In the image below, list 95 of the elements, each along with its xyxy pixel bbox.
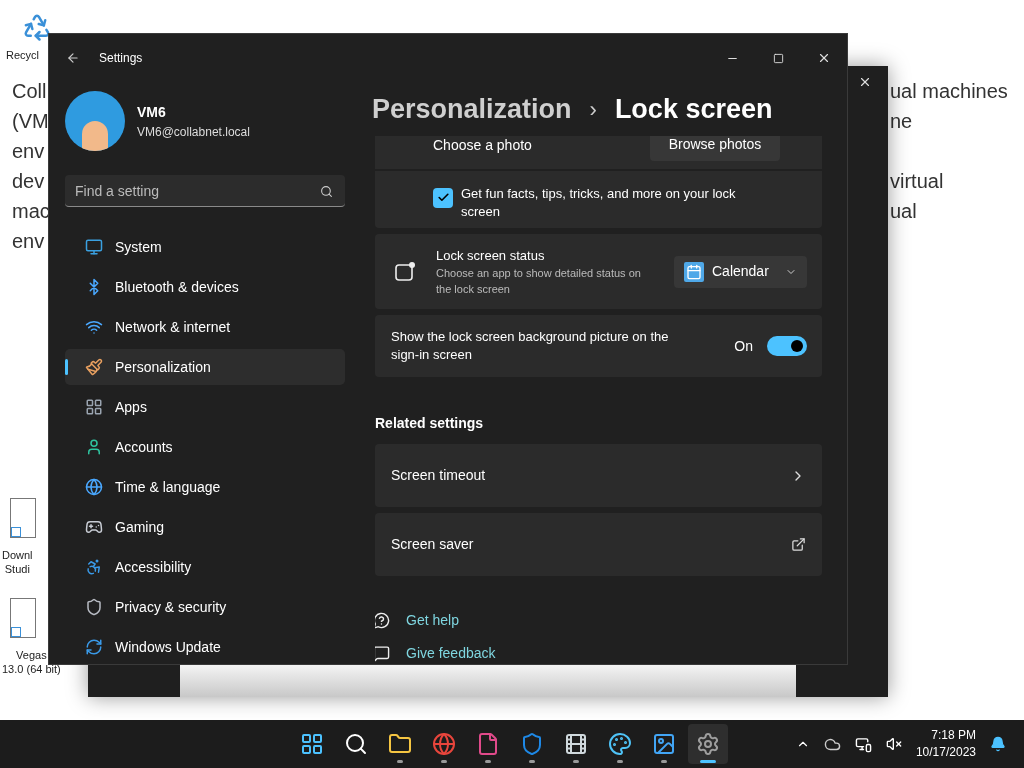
document-text: virtual [890,169,945,194]
document-text: mac [12,199,50,224]
nav-item[interactable]: Time & language [65,469,345,505]
page-title: Lock screen [614,92,773,126]
running-indicator [441,760,447,763]
setting-title: Lock screen status [436,246,546,265]
document-text: dev [12,169,46,194]
toggle-state: On [734,336,753,356]
user-name: VM6 [137,102,167,122]
browse-photos-button[interactable]: Browse photos [650,136,780,161]
document-text: env [12,139,46,164]
setting-description: Choose an app to show detailed status on the lock screen [436,266,641,298]
nav-item[interactable]: Accessibility [65,549,345,585]
settings-icon [696,732,720,756]
selection-indicator [65,359,68,375]
document-text: ne [890,109,914,134]
nav-item[interactable]: Accounts [65,429,345,465]
nav-item[interactable]: Network & internet [65,309,345,345]
close-icon[interactable] [858,75,872,89]
desktop-icon-label: Recycl [6,48,39,62]
film-icon [564,732,588,756]
network-icon[interactable] [854,735,872,753]
nav-item[interactable]: Bluetooth & devices [65,269,345,305]
checkbox-label: Get fun facts, tips, tricks, and more on your lock screen [461,184,737,221]
nav-item[interactable]: Personalization [65,349,345,385]
running-indicator [617,760,623,763]
nav-item[interactable]: Gaming [65,509,345,545]
running-indicator [397,760,403,763]
back-icon[interactable] [66,51,80,65]
person-icon [85,438,103,456]
palette-icon [608,732,632,756]
running-indicator [661,760,667,763]
desktop-icon-label: Downl [2,548,33,562]
search-icon[interactable] [320,185,333,198]
shield-icon [85,598,103,616]
section-heading: Related settings [375,414,485,434]
shortcut-icon[interactable] [10,598,36,638]
app-dropdown[interactable]: Calendar [674,255,807,288]
nav-item[interactable]: System [65,229,345,265]
app-icon [476,732,500,756]
running-indicator [700,760,716,763]
running-indicator [529,760,535,763]
search-icon [344,732,368,756]
folder-icon [388,732,412,756]
globe-clock-icon [85,478,103,496]
document-text: Coll [12,79,48,104]
avatar [65,91,125,151]
nav-item[interactable]: Windows Update [65,629,345,664]
toggle-switch[interactable] [767,336,807,357]
monitor-icon [85,238,103,256]
clock[interactable]: 7:18 PM 10/17/2023 [915,727,976,761]
feedback-icon [375,645,390,662]
muted-speaker-icon[interactable] [885,736,902,752]
window-title: Settings [99,50,143,67]
nav-item[interactable]: Apps [65,389,345,425]
running-indicator [573,760,579,763]
help-link[interactable]: Give feedback [406,643,496,664]
refresh-icon [85,638,103,656]
setting-label: Choose a photo [433,136,532,155]
apps-grid-icon [85,398,103,416]
document-text: ual machines [890,79,1008,104]
close-icon[interactable] [817,51,831,65]
browser-icon [432,732,456,756]
breadcrumb-parent[interactable]: Personalization [372,88,572,130]
shield-icon [520,732,544,756]
shortcut-icon[interactable] [10,498,36,538]
taskbar-button[interactable] [688,724,728,764]
help-link[interactable]: Get help [406,610,459,631]
search-field[interactable]: Find a setting [65,175,345,207]
desktop-icon-label: Vegas [16,648,47,662]
wifi-icon [85,318,103,336]
paintbrush-icon [85,358,103,376]
breadcrumb-separator: › [589,95,597,124]
desktop-icon-label: Studi [4,562,30,576]
maximize-icon[interactable] [772,52,784,64]
running-indicator [485,760,491,763]
gamepad-icon [85,518,103,536]
calendar-icon [684,261,704,282]
help-icon [375,612,390,629]
nav-item[interactable]: Privacy & security [65,589,345,625]
document-text: env [12,229,46,254]
accessibility-icon [85,558,103,576]
related-setting[interactable]: Screen saver [375,513,822,576]
related-setting[interactable]: Screen timeout [375,444,822,508]
windows-logo-icon [300,732,324,756]
document-text: (VM [12,109,50,134]
external-link-icon [791,537,806,553]
checkbox[interactable] [433,187,453,208]
status-icon [394,260,416,283]
photo-icon [652,732,676,756]
setting-label: Show the lock screen background picture on the sign-in screen [391,328,670,365]
document-text: ual [890,199,918,224]
bell-icon[interactable] [990,736,1006,752]
desktop-icon-label: 13.0 (64 bit) [2,662,61,676]
user-email: VM6@collabnet.local [137,123,250,141]
